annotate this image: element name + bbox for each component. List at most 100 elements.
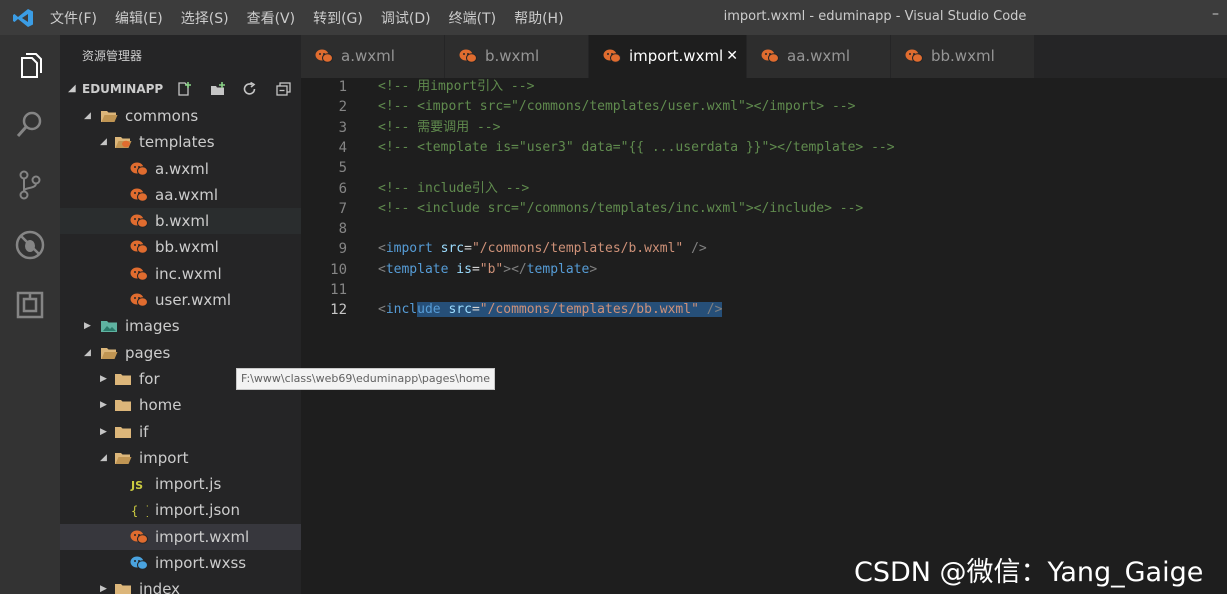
tab-import-wxml[interactable]: import.wxml ✕	[589, 35, 747, 78]
collapse-all-icon[interactable]	[276, 82, 292, 96]
new-file-icon[interactable]	[176, 82, 192, 96]
refresh-icon[interactable]	[242, 82, 258, 96]
tab-b-wxml[interactable]: b.wxml	[445, 35, 589, 78]
tree-item-label: bb.wxml	[155, 238, 219, 257]
tree-item[interactable]: ▶ images	[60, 313, 301, 339]
tree-item-label: pages	[125, 343, 171, 362]
menu-item[interactable]: 查看(V)	[247, 8, 296, 28]
tree-item[interactable]: ◢ templates	[60, 129, 301, 155]
menu-item[interactable]: 调试(D)	[381, 8, 431, 28]
folder-icon	[115, 373, 131, 385]
chevron-right-icon[interactable]: ▶	[84, 313, 91, 339]
code-token: <!-- 用import引入 -->	[378, 79, 535, 94]
chevron-right-icon[interactable]: ▶	[100, 576, 107, 594]
chevron-down-icon[interactable]: ◢	[84, 340, 91, 366]
code-line[interactable]: 1 <!-- 用import引入 -->	[301, 77, 1227, 97]
code-line[interactable]: 10 <template is="b"></template>	[301, 260, 1227, 280]
wechat-file-icon	[905, 49, 923, 63]
debug-icon[interactable]	[13, 228, 47, 262]
tree-item[interactable]: aa.wxml	[60, 182, 301, 208]
tree-item[interactable]: bb.wxml	[60, 234, 301, 260]
code-line[interactable]: 6 <!-- include引入 -->	[301, 179, 1227, 199]
menu-item[interactable]: 转到(G)	[313, 8, 363, 28]
tab-a-wxml[interactable]: a.wxml	[301, 35, 445, 78]
close-icon[interactable]: ✕	[726, 35, 738, 78]
svg-text:JS: JS	[130, 479, 143, 491]
new-folder-icon[interactable]	[210, 82, 226, 96]
menu-item[interactable]: 编辑(E)	[115, 8, 163, 28]
code-token: =	[471, 302, 480, 318]
code-line[interactable]: 3 <!-- 需要调用 -->	[301, 118, 1227, 138]
code-line[interactable]: 8	[301, 219, 1227, 239]
menu-item[interactable]: 终端(T)	[449, 8, 496, 28]
tree-item-label: aa.wxml	[155, 185, 219, 204]
code-line[interactable]: 7 <!-- <include src="/commons/templates/i…	[301, 199, 1227, 219]
tree-item[interactable]: { } import.json	[60, 497, 301, 523]
tree-item[interactable]: ▶ if	[60, 419, 301, 445]
tab-aa-wxml[interactable]: aa.wxml	[747, 35, 891, 78]
code-token: />	[706, 302, 723, 318]
line-number: 10	[330, 261, 347, 278]
code-line[interactable]: 2 <!-- <import src="/commons/templates/us…	[301, 97, 1227, 117]
code-line[interactable]: 11	[301, 280, 1227, 300]
tree-item[interactable]: import.wxml	[60, 523, 301, 551]
tree-item[interactable]: a.wxml	[60, 156, 301, 182]
wechat-style-file-icon	[130, 556, 148, 570]
code-line[interactable]: 5	[301, 158, 1227, 178]
chevron-down-icon[interactable]: ◢	[100, 445, 107, 471]
code-token	[698, 302, 707, 318]
workspace-section-header[interactable]: ◢ EDUMINAPP	[60, 77, 301, 101]
window-control[interactable]: –	[1212, 6, 1219, 22]
wechat-file-icon	[130, 214, 148, 228]
tree-item-label: b.wxml	[155, 212, 210, 231]
code-token: <!-- <import src="/commons/templates/use…	[378, 99, 856, 115]
tree-item[interactable]: import.wxss	[60, 550, 301, 576]
search-icon[interactable]	[13, 108, 47, 142]
code-line[interactable]: 9 <import src="/commons/templates/b.wxml"…	[301, 239, 1227, 259]
wechat-file-icon	[130, 293, 148, 307]
source-control-icon[interactable]	[13, 168, 47, 202]
tree-item[interactable]: ◢ pages	[60, 340, 301, 366]
tree-item[interactable]: inc.wxml	[60, 261, 301, 287]
tree-item[interactable]: ▶ index	[60, 576, 301, 594]
extensions-icon[interactable]	[13, 288, 47, 322]
code-line[interactable]: 4 <!-- <template is="user3" data="{{ ...u…	[301, 138, 1227, 158]
tab-label: import.wxml	[629, 47, 724, 65]
folder-icon	[115, 400, 131, 412]
code-token: <	[378, 261, 386, 277]
wechat-file-icon	[603, 49, 621, 63]
line-number: 4	[338, 139, 347, 156]
menu-item[interactable]: 帮助(H)	[514, 8, 563, 28]
tree-item[interactable]: ◢ commons	[60, 103, 301, 129]
chevron-down-icon[interactable]: ◢	[100, 129, 107, 155]
menu-item[interactable]: 选择(S)	[181, 8, 229, 28]
tree-item[interactable]: ◢ import	[60, 445, 301, 471]
tree-item-label: inc.wxml	[155, 264, 222, 283]
line-number: 1	[338, 79, 347, 95]
tree-item[interactable]: ▶ home	[60, 392, 301, 418]
code-editor[interactable]: 1 <!-- 用import引入 --> 2 <!-- <import src="/c…	[301, 78, 1227, 594]
chevron-right-icon[interactable]: ▶	[100, 419, 107, 445]
code-text: <!-- <include src="/commons/templates/in…	[378, 199, 863, 219]
tree-item[interactable]: JS import.js	[60, 471, 301, 497]
line-number: 3	[338, 119, 347, 136]
code-token: ude	[417, 302, 441, 318]
explorer-icon[interactable]	[13, 49, 47, 83]
chevron-right-icon[interactable]: ▶	[100, 366, 107, 392]
chevron-down-icon[interactable]: ◢	[84, 103, 91, 129]
file-tree: ◢ commons ◢ templates a.wxml aa.wxml b.wxml bb.…	[60, 103, 301, 594]
javascript-file-icon: JS	[130, 479, 143, 491]
menu-item[interactable]: 文件(F)	[50, 8, 97, 28]
tree-item[interactable]: b.wxml	[60, 208, 301, 235]
code-line[interactable]: 12 <include src="/commons/templates/bb.wx…	[301, 300, 1227, 320]
code-token: <!-- <include src="/commons/templates/in…	[378, 200, 864, 216]
chevron-down-icon: ◢	[68, 83, 76, 94]
tree-item-label: import.js	[155, 475, 222, 494]
code-token: is	[456, 261, 472, 277]
tree-item-label: a.wxml	[155, 159, 209, 178]
tree-item-label: commons	[125, 107, 199, 125]
chevron-right-icon[interactable]: ▶	[100, 392, 107, 418]
tree-item[interactable]: user.wxml	[60, 287, 301, 313]
tab-bb-wxml[interactable]: bb.wxml	[891, 35, 1035, 78]
